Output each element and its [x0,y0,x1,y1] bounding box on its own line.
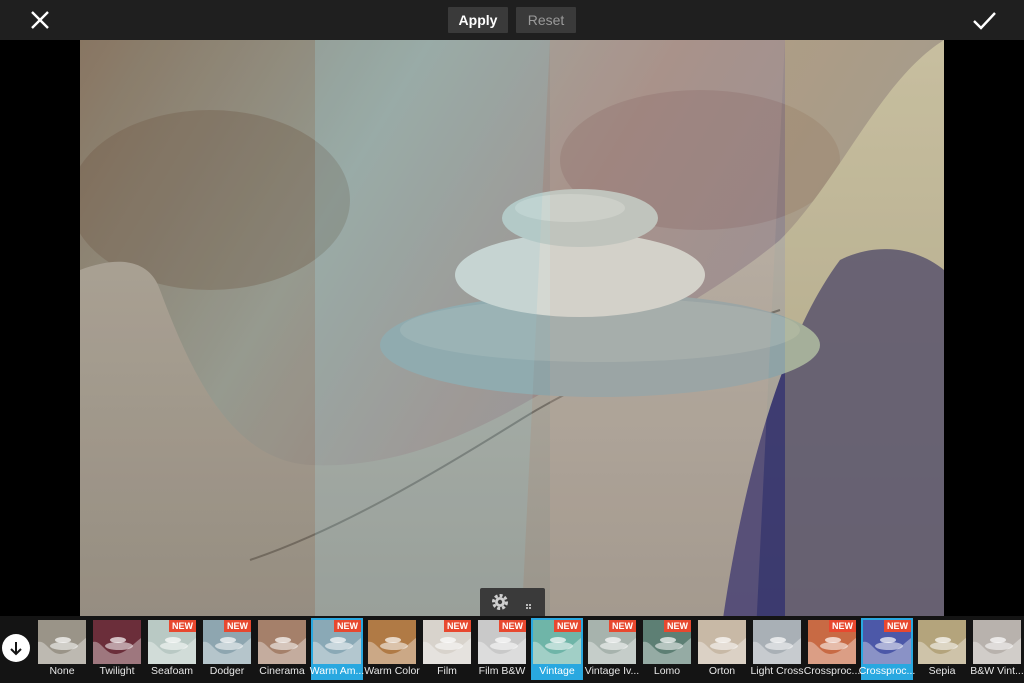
top-toolbar: Apply Reset [0,0,1024,40]
filter-label: Warm Am... [309,665,365,677]
new-badge: NEW [884,620,911,632]
filter-thumbnail[interactable]: Warm Color [364,618,420,680]
filter-thumbnail[interactable]: NEW Seafoam [146,618,198,680]
new-badge: NEW [664,620,691,632]
filter-label: Seafoam [150,665,194,677]
confirm-button[interactable] [970,6,998,34]
filter-label: Film [437,665,457,677]
collapse-strip-button[interactable] [2,634,30,662]
filter-preview-image [973,620,1021,664]
filter-label: Dodger [209,665,245,677]
new-badge: NEW [334,620,361,632]
filter-thumbnail[interactable]: NEW Vintage Iv... [584,618,640,680]
new-badge: NEW [554,620,581,632]
filter-thumbnail[interactable]: NEW Crossproc... [858,618,916,680]
close-icon [31,11,49,29]
filter-thumbnail[interactable]: NEW Vintage [531,618,583,680]
filter-thumbnail[interactable]: NEW Lomo [641,618,693,680]
filter-label: B&W Vint... [970,665,1024,677]
filter-preview-image [918,620,966,664]
filter-label: Film B&W [478,665,526,677]
filter-thumbnail[interactable]: Sepia [916,618,968,680]
new-badge: NEW [499,620,526,632]
filter-strip: None Twilight NEW Seafoam NEW Dodger Cinerama N… [0,616,1024,683]
filter-label: Light Cross [750,665,804,677]
filter-preview-image [93,620,141,664]
new-badge: NEW [609,620,636,632]
filter-label: Vintage [539,665,575,677]
apply-button[interactable]: Apply [448,7,508,33]
filter-preview-image [753,620,801,664]
new-badge: NEW [829,620,856,632]
filter-label: Crossproc... [858,665,916,677]
filter-thumbnail[interactable]: NEW Warm Am... [309,618,365,680]
filter-thumbnail[interactable]: Twilight [91,618,143,680]
filter-label: None [49,665,75,677]
close-button[interactable] [26,6,54,34]
checkmark-icon [973,12,996,30]
filter-label: Twilight [99,665,135,677]
reset-button[interactable]: Reset [516,7,576,33]
filter-label: Orton [708,665,736,677]
filter-thumbnail[interactable]: None [36,618,88,680]
filter-thumbnail[interactable]: Cinerama [256,618,308,680]
gear-icon [492,594,508,610]
filter-preview-image [698,620,746,664]
filter-thumbnail[interactable]: NEW Film B&W [476,618,528,680]
filter-preview-image [368,620,416,664]
filter-thumbnail[interactable]: Orton [696,618,748,680]
filter-label: Cinerama [259,665,305,677]
filter-label: Sepia [928,665,956,677]
new-badge: NEW [169,620,196,632]
photo-canvas[interactable] [80,40,944,616]
filter-label: Crossproc... [803,665,861,677]
filter-label: Warm Color [364,665,420,677]
arrow-down-icon [10,642,22,656]
filter-thumbnail[interactable]: NEW Dodger [201,618,253,680]
new-badge: NEW [224,620,251,632]
resize-grip-icon [526,604,531,609]
filter-preview-band [550,40,785,616]
filter-label: Vintage Iv... [584,665,640,677]
filter-preview-image [38,620,86,664]
filter-preview-band [315,40,550,616]
filter-preview-band [80,40,315,616]
filter-label: Lomo [653,665,681,677]
new-badge: NEW [444,620,471,632]
filter-thumbnail[interactable]: B&W Vint... [970,618,1024,680]
filter-preview-band [785,40,944,616]
filter-thumbnail[interactable]: NEW Crossproc... [803,618,861,680]
filter-thumbnail[interactable]: NEW Film [421,618,473,680]
filter-thumbnail[interactable]: Light Cross [750,618,804,680]
settings-tab[interactable] [480,588,545,616]
filter-preview-image [258,620,306,664]
